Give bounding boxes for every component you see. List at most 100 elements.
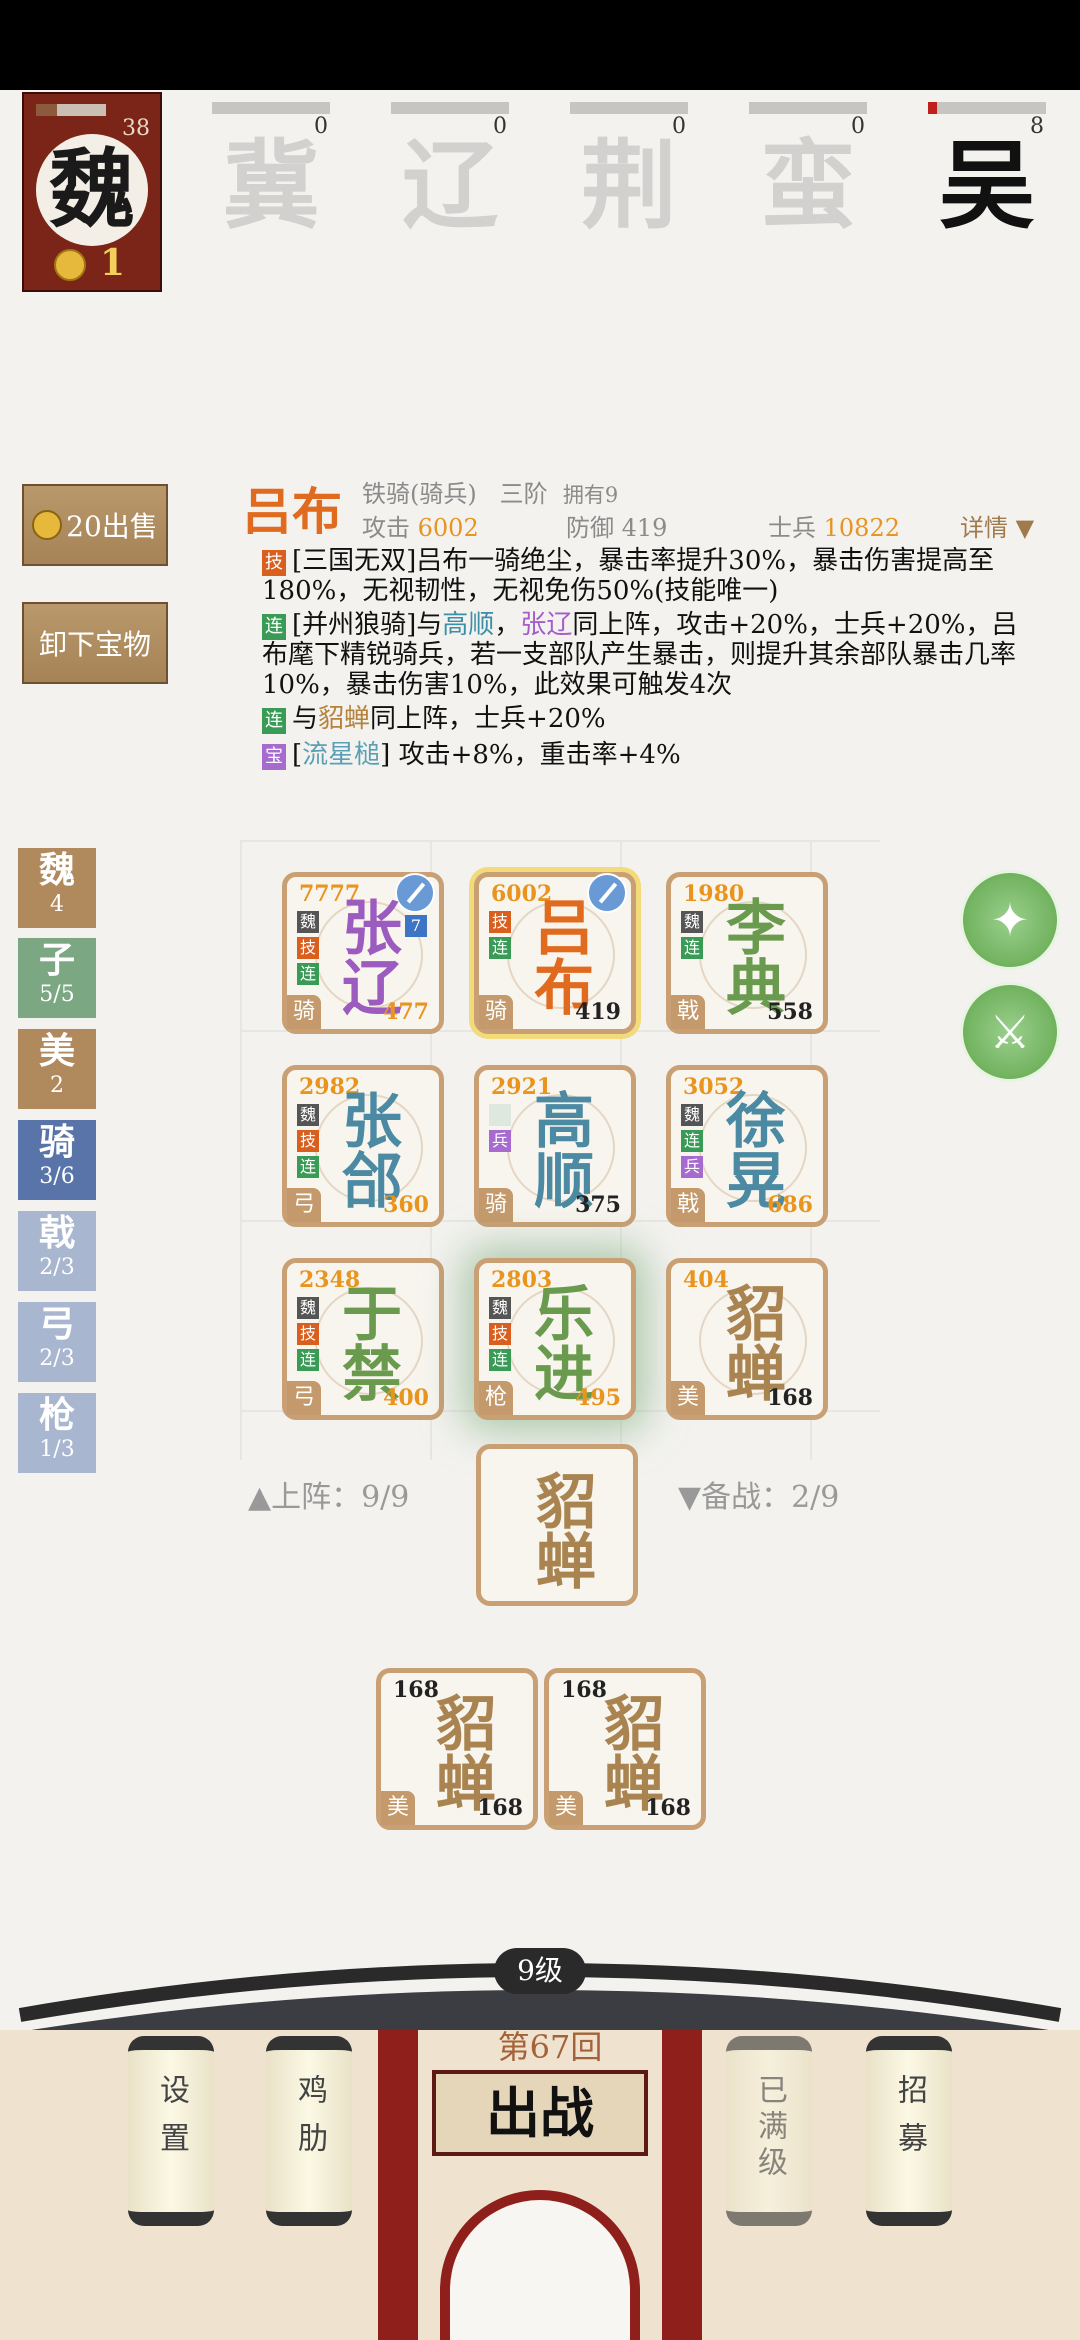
hero-card-lvbu[interactable]: 6002 技连 吕布 骑 419	[474, 872, 636, 1034]
troops-value: 10822	[823, 514, 900, 542]
card-hp: 686	[767, 1192, 813, 1218]
hero-card-zhangliao[interactable]: 7777 7 魏技连 张辽 骑 477	[282, 872, 444, 1034]
card-tag: 连	[297, 1156, 319, 1178]
state-liao[interactable]: 0 辽	[391, 100, 509, 236]
card-hp: 375	[575, 1192, 621, 1218]
troop-type: 弓	[287, 1381, 321, 1415]
state-progress-bar	[928, 102, 1046, 114]
state-man[interactable]: 0 蛮	[749, 100, 867, 236]
selected-hero-card[interactable]: 貂蝉	[476, 1444, 638, 1606]
card-tag: 连	[681, 1130, 703, 1152]
skill-text: [	[292, 740, 303, 770]
state-ji[interactable]: 0 冀	[212, 100, 330, 236]
card-tag: 技	[489, 911, 511, 933]
card-tag: 技	[489, 1323, 511, 1345]
card-tag: 魏	[297, 911, 319, 933]
hero-card-yujin[interactable]: 2348 魏技连 于禁 弓 400	[282, 1258, 444, 1420]
hero-type: 铁骑(骑兵)	[362, 480, 477, 508]
skill-row: 连与貂蝉同上阵，士兵+20%	[262, 704, 1042, 734]
filter-count: 1/3	[39, 1437, 75, 1462]
skill-tag: 宝	[262, 744, 286, 770]
filter-count: 2/3	[39, 1255, 75, 1280]
details-button[interactable]: 详情 ▼	[960, 508, 1034, 543]
card-tag: 连	[489, 1349, 511, 1371]
skill-tag: 技	[262, 550, 286, 576]
hero-card-yuejin[interactable]: 2803 魏技连 乐进 枪 495	[474, 1258, 636, 1420]
sell-label: 20出售	[66, 510, 158, 543]
filter-qi[interactable]: 骑 3/6	[18, 1120, 96, 1200]
state-progress-bar	[391, 102, 509, 114]
filter-gong[interactable]: 弓 2/3	[18, 1302, 96, 1382]
troop-type: 美	[671, 1381, 705, 1415]
card-tag: 连	[681, 937, 703, 959]
card-hp: 168	[767, 1385, 813, 1411]
filter-mei[interactable]: 美2	[18, 1029, 96, 1109]
pillar	[378, 2030, 418, 2340]
card-hp: 495	[575, 1385, 621, 1411]
troop-type: 骑	[287, 995, 321, 1029]
filter-count: 2	[50, 1073, 64, 1098]
hero-card-xuhuang[interactable]: 3052 魏连兵 徐晃 戟 686	[666, 1065, 828, 1227]
card-tag: 连	[489, 937, 511, 959]
reserve-card[interactable]: 168 貂蝉 美 168	[376, 1668, 538, 1830]
coin-icon	[32, 510, 63, 540]
filter-zi[interactable]: 子 5/5	[18, 938, 96, 1018]
card-hp: 168	[477, 1795, 523, 1821]
hero-rank: 三阶	[499, 480, 548, 508]
state-jing[interactable]: 0 荆	[570, 100, 688, 236]
card-tag: 技	[297, 937, 319, 959]
attack-value: 6002	[417, 514, 479, 542]
filter-label: 戟	[38, 1212, 75, 1254]
sell-button[interactable]: 20出售	[22, 484, 168, 566]
dragon-icon: ✦	[990, 893, 1030, 947]
defense-label: 防御	[566, 514, 614, 542]
hero-meta: 铁骑(骑兵) 三阶 拥有9	[362, 474, 618, 509]
unequip-treasure-button[interactable]: 卸下宝物	[22, 602, 168, 684]
state-progress-bar	[749, 102, 867, 114]
linked-hero: 张辽	[520, 610, 573, 640]
chicken-rib-lantern[interactable]: 鸡肋	[266, 2036, 352, 2226]
filter-qiang[interactable]: 枪 1/3	[18, 1393, 96, 1473]
level-badge: 9级	[494, 1948, 586, 1994]
hero-troops: 士兵 10822	[768, 508, 900, 543]
card-tag	[489, 1104, 511, 1126]
hero-card-diaochan[interactable]: 404 貂蝉 美 168	[666, 1258, 828, 1420]
battle-button[interactable]: 出战	[432, 2070, 648, 2156]
card-hp: 558	[767, 999, 813, 1025]
card-tag: 兵	[681, 1156, 703, 1178]
filter-label: 子	[38, 939, 75, 981]
hero-owned: 拥有9	[562, 483, 619, 507]
filter-count: 5/5	[39, 982, 75, 1007]
card-tag: 连	[297, 1349, 319, 1371]
skill-text: 与	[292, 704, 319, 734]
card-tag: 连	[297, 963, 319, 985]
recruit-lantern[interactable]: 招募	[866, 2036, 952, 2226]
hero-name: 吕布	[242, 482, 342, 541]
lantern-label: 已满级	[752, 2074, 787, 2182]
kingdom-progress-bar	[36, 104, 106, 116]
linked-hero: 高顺	[442, 610, 495, 640]
round-number: 第67回	[497, 2028, 603, 2066]
weapon-skill-button[interactable]: ⚔	[960, 982, 1060, 1082]
filter-count: 2/3	[39, 1346, 75, 1371]
reserve-card[interactable]: 168 貂蝉 美 168	[544, 1668, 706, 1830]
filter-ji[interactable]: 戟 2/3	[18, 1211, 96, 1291]
filter-count: 3/6	[39, 1164, 75, 1189]
card-hp: 419	[575, 999, 621, 1025]
state-name: 荆	[581, 129, 677, 242]
max-level-lantern[interactable]: 已满级	[726, 2036, 812, 2226]
my-kingdom-card[interactable]: 38 魏 1	[22, 92, 162, 292]
hero-card-zhanghe[interactable]: 2982 魏技连 张郃 弓 360	[282, 1065, 444, 1227]
filter-wei[interactable]: 魏4	[18, 848, 96, 928]
settings-lantern[interactable]: 设置	[128, 2036, 214, 2226]
card-tag: 技	[297, 1323, 319, 1345]
state-wu[interactable]: 8 吴	[928, 100, 1046, 236]
lantern-label: 鸡肋	[292, 2074, 327, 2170]
hero-card-lidian[interactable]: 1980 魏连 李典 戟 558	[666, 872, 828, 1034]
status-bar	[0, 0, 1080, 90]
strategy-skill-button[interactable]: ✦	[960, 870, 1060, 970]
hero-card-gaoshun[interactable]: 2921 兵 高顺 骑 375	[474, 1065, 636, 1227]
card-tag: 魏	[297, 1297, 319, 1319]
skill-text: [三国无双]吕布一骑绝尘，暴击率提升30%，暴击伤害提高至180%，无视韧性，无…	[262, 546, 995, 606]
card-hp: 168	[645, 1795, 691, 1821]
